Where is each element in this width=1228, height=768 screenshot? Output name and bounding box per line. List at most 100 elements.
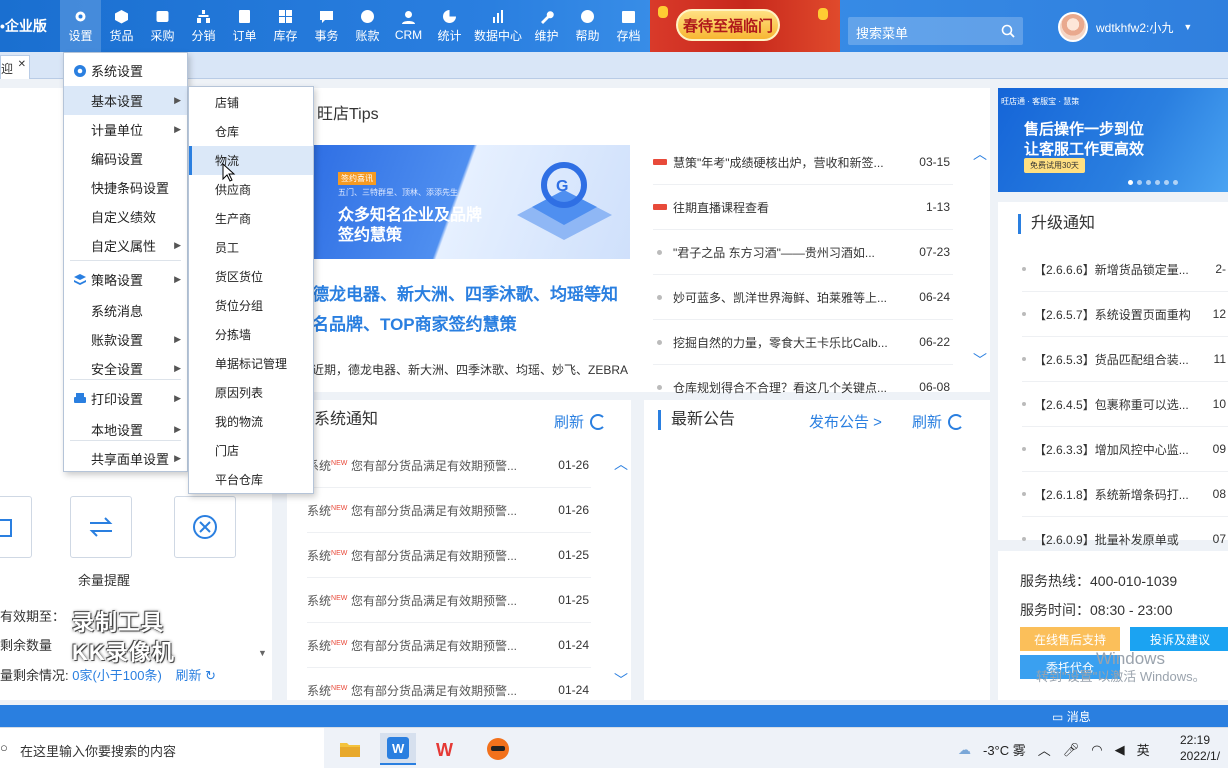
chevron-down-icon[interactable]: ▼	[1183, 22, 1192, 32]
tips-headline[interactable]: 德龙电器、新大洲、四季沐歌、均瑶等知名品牌、TOP商家签约慧策	[312, 280, 632, 340]
microphone-icon[interactable]: 🎤︎	[1063, 742, 1080, 758]
message-button[interactable]: ▭ 消息	[1052, 708, 1091, 725]
store-quota-value[interactable]: 0家(小于100条)	[72, 668, 162, 683]
settings-menu-item[interactable]: 打印设置 ▶	[64, 384, 187, 413]
nav-distribution[interactable]: 分销	[183, 0, 224, 52]
volume-icon[interactable]: ◀︎	[1115, 742, 1125, 758]
chevron-up-icon[interactable]: ︿	[1038, 740, 1051, 759]
chat-icon	[319, 9, 335, 24]
news-item[interactable]: 挖掘自然的力量，零食大王卡乐比Calb... 06-22	[653, 320, 953, 365]
publish-label: 发布公告 >	[809, 414, 882, 431]
close-icon[interactable]: ✕	[18, 59, 26, 70]
basic-submenu-item[interactable]: 单据标记管理	[189, 349, 313, 378]
cancel-shortcut-button[interactable]	[174, 496, 236, 558]
settings-menu-item[interactable]: 自定义属性 ▶	[64, 231, 187, 260]
basic-submenu-item[interactable]: 货区货位	[189, 262, 313, 291]
notice-row[interactable]: 系统NEW 您有部分货品满足有效期预警... 01-26	[307, 488, 591, 533]
upgrade-row[interactable]: 【2.6.5.7】系统设置页面重构 12	[1022, 292, 1228, 337]
kk-recorder-icon[interactable]	[480, 733, 516, 765]
carousel-dots[interactable]	[1128, 180, 1178, 185]
upgrade-row[interactable]: 【2.6.5.3】货品匹配组合装... 11	[1022, 337, 1228, 382]
notice-row[interactable]: 系统NEW 您有部分货品满足有效期预警... 01-26	[307, 443, 591, 488]
settings-menu-item[interactable]: 基本设置 ▶	[64, 86, 187, 115]
basic-submenu-item[interactable]: 原因列表	[189, 378, 313, 407]
settings-menu-item[interactable]: 编码设置	[64, 144, 187, 173]
settings-menu-item[interactable]: 系统设置	[64, 56, 187, 85]
user-menu[interactable]: wdtkhfw2:小九 ▼	[1058, 12, 1192, 42]
publish-announcement-link[interactable]: 发布公告 >	[809, 411, 882, 432]
nav-person[interactable]: CRM	[388, 0, 429, 52]
basic-submenu-item[interactable]: 平台仓库	[189, 465, 313, 494]
menu-search-input[interactable]: 搜索菜单	[848, 17, 1023, 45]
news-item[interactable]: 妙可蓝多、凯洋世界海鲜、珀莱雅等上... 06-24	[653, 275, 953, 320]
nav-box[interactable]: 货品	[101, 0, 142, 52]
upgrade-row[interactable]: 【2.6.6.6】新增货品锁定量... 2-	[1022, 247, 1228, 292]
news-item[interactable]: 慧策"年考"成绩硬核出炉，营收和新签... 03-15	[653, 140, 953, 185]
settings-menu-item[interactable]: 快捷条码设置	[64, 173, 187, 202]
clock[interactable]: 22:19 2022/1/	[1180, 732, 1220, 764]
tab-welcome[interactable]: 迎 ✕	[0, 55, 30, 79]
wangdian-app-icon[interactable]: W	[380, 733, 416, 765]
upgrade-date: 09	[1212, 442, 1226, 456]
chevron-down-icon[interactable]: ﹀	[973, 350, 987, 370]
basic-submenu-item[interactable]: 员工	[189, 233, 313, 262]
shortcut-button-1[interactable]	[0, 496, 32, 558]
wps-app-icon[interactable]: W	[430, 733, 466, 765]
nav-grid[interactable]: 库存	[265, 0, 306, 52]
chevron-down-icon[interactable]: ﹀	[614, 670, 628, 690]
basic-submenu-item[interactable]: 我的物流	[189, 407, 313, 436]
basic-submenu-item[interactable]: 仓库	[189, 117, 313, 146]
ime-indicator[interactable]: 英	[1137, 740, 1150, 759]
notice-row[interactable]: 系统NEW 您有部分货品满足有效期预警... 01-24	[307, 623, 591, 668]
basic-submenu-item[interactable]: 生产商	[189, 204, 313, 233]
system-notice-refresh[interactable]: 刷新	[554, 411, 607, 432]
upgrade-row[interactable]: 【2.6.4.5】包裹称重可以选... 10	[1022, 382, 1228, 427]
upgrade-row[interactable]: 【2.6.1.8】系统新增条码打... 08	[1022, 472, 1228, 517]
transfer-button[interactable]	[70, 496, 132, 558]
nav-bar-chart[interactable]: 数据中心	[470, 0, 526, 52]
notice-row[interactable]: 系统NEW 您有部分货品满足有效期预警... 01-25	[307, 533, 591, 578]
nav-pie[interactable]: 统计	[429, 0, 470, 52]
announcement-refresh[interactable]: 刷新	[912, 411, 965, 432]
nav-help[interactable]: 帮助	[567, 0, 608, 52]
basic-submenu-item[interactable]: 物流	[189, 146, 313, 175]
basic-submenu-item[interactable]: 供应商	[189, 175, 313, 204]
news-item[interactable]: "君子之品 东方习酒"——贵州习酒如... 07-23	[653, 230, 953, 275]
menu-item-label: 自定义绩效	[91, 210, 157, 225]
complaint-button[interactable]: 投诉及建议	[1130, 627, 1228, 651]
nav-chat[interactable]: 事务	[306, 0, 347, 52]
basic-submenu-item[interactable]: 货位分组	[189, 291, 313, 320]
upgrade-row[interactable]: 【2.6.3.3】增加风控中心监... 09	[1022, 427, 1228, 472]
search-icon[interactable]	[1001, 24, 1015, 38]
nav-archive[interactable]: 存档	[608, 0, 649, 52]
festive-banner[interactable]: 春待至福临门	[650, 0, 840, 52]
settings-menu-item[interactable]: 账款设置 ▶	[64, 325, 187, 354]
avatar[interactable]	[1058, 12, 1088, 42]
tips-banner[interactable]: 签约喜讯 五门、三特群星、顶林、添添先生 众多知名企业及品牌 签约慧策 G	[312, 145, 630, 259]
taskbar-search[interactable]: ○ 在这里输入你要搜索的内容	[0, 728, 324, 768]
basic-submenu-item[interactable]: 店铺	[189, 88, 313, 117]
basic-submenu-item[interactable]: 分拣墙	[189, 320, 313, 349]
chevron-up-icon[interactable]: ︿	[973, 144, 987, 164]
nav-yen[interactable]: 账款	[347, 0, 388, 52]
notice-row[interactable]: 系统NEW 您有部分货品满足有效期预警... 01-25	[307, 578, 591, 623]
nav-wrench[interactable]: 维护	[526, 0, 567, 52]
settings-menu-item[interactable]: 计量单位 ▶	[64, 115, 187, 144]
nav-cart[interactable]: 采购	[142, 0, 183, 52]
nav-gear[interactable]: 设置	[60, 0, 101, 52]
refresh-icon[interactable]: ↻	[205, 668, 216, 683]
basic-submenu-item[interactable]: 门店	[189, 436, 313, 465]
settings-menu-item[interactable]: 共享面单设置 ▶	[64, 444, 187, 473]
settings-menu-item[interactable]: 系统消息	[64, 296, 187, 325]
weather-text[interactable]: -3°C 雾	[983, 740, 1026, 759]
right-ad-banner[interactable]: 旺店通 · 客服宝 · 慧策 售后操作一步到位 让客服工作更高效 免费试用30天	[998, 88, 1228, 192]
nav-order[interactable]: 订单	[224, 0, 265, 52]
refresh-link[interactable]: 刷新	[175, 668, 201, 683]
news-item[interactable]: 往期直播课程查看 1-13	[653, 185, 953, 230]
wifi-icon[interactable]: ◠	[1091, 742, 1102, 758]
file-explorer-icon[interactable]	[332, 733, 368, 765]
settings-menu-item[interactable]: 自定义绩效	[64, 202, 187, 231]
chevron-up-icon[interactable]: ︿	[614, 454, 628, 474]
online-support-button[interactable]: 在线售后支持	[1020, 627, 1120, 651]
settings-menu-item[interactable]: 策略设置 ▶	[64, 265, 187, 294]
